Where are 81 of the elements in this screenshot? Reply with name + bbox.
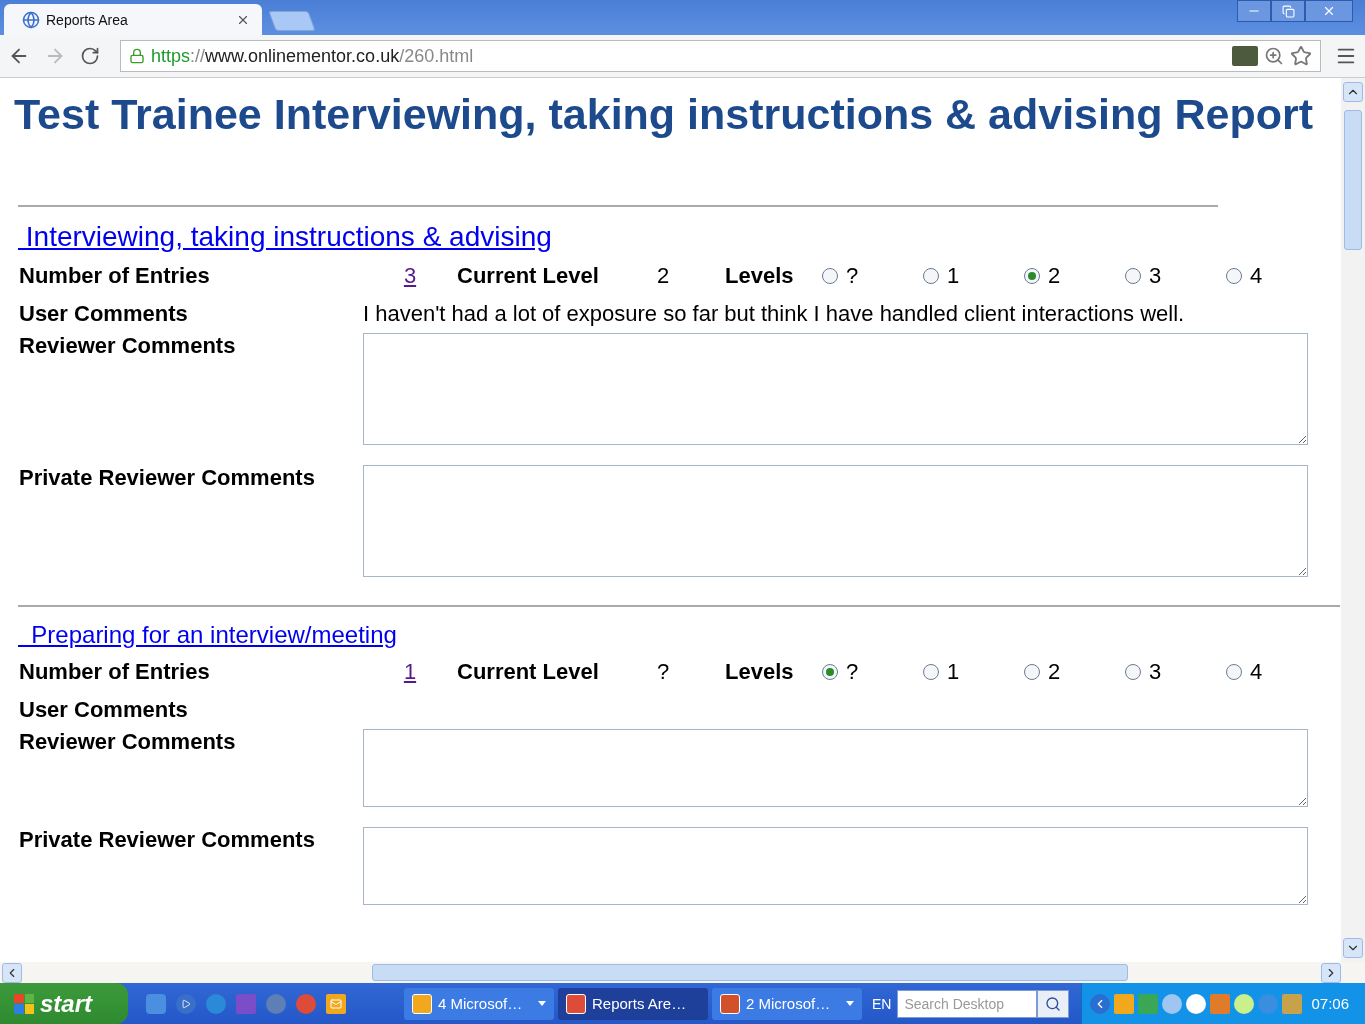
mail-icon[interactable] bbox=[326, 993, 346, 1014]
field-label: Private Reviewer Comments bbox=[19, 465, 316, 491]
star-icon[interactable] bbox=[1290, 45, 1312, 67]
minimize-button[interactable] bbox=[1237, 0, 1271, 22]
app-icon bbox=[720, 993, 740, 1014]
close-icon bbox=[1322, 4, 1336, 18]
comment-field[interactable] bbox=[363, 729, 1308, 807]
level-option[interactable]: ? bbox=[822, 263, 923, 289]
browser-tab[interactable]: Reports Area bbox=[4, 4, 262, 35]
user-comment: I haven't had a lot of exposure so far but think I have handled client interactions well. bbox=[363, 301, 1185, 327]
comment-field[interactable] bbox=[363, 465, 1308, 577]
entries-link[interactable]: 1 bbox=[363, 659, 457, 685]
reload-button[interactable] bbox=[80, 46, 100, 66]
app-icon bbox=[412, 993, 432, 1014]
field-label: Current Level bbox=[457, 263, 600, 289]
level-option[interactable]: 2 bbox=[1024, 659, 1125, 685]
field-label: Levels bbox=[725, 659, 795, 685]
lock-icon bbox=[129, 48, 145, 64]
level-option[interactable]: 4 bbox=[1226, 263, 1327, 289]
scroll-up-button[interactable] bbox=[1343, 82, 1363, 102]
url-text: https://www.onlinementor.co.uk/260.html bbox=[151, 45, 475, 67]
section-link[interactable]: Preparing for an interview/meeting bbox=[18, 621, 397, 649]
field-label: User Comments bbox=[19, 697, 189, 723]
radio-button[interactable] bbox=[923, 268, 939, 284]
vertical-scrollbar[interactable] bbox=[1341, 78, 1365, 962]
field-label: Number of Entries bbox=[19, 659, 211, 685]
search-button[interactable] bbox=[1037, 989, 1070, 1018]
restore-icon bbox=[1281, 4, 1295, 18]
scroll-thumb[interactable] bbox=[1344, 110, 1362, 250]
close-button[interactable] bbox=[1305, 0, 1353, 22]
level-option[interactable]: 3 bbox=[1125, 263, 1226, 289]
taskbar-button[interactable]: 4 Microsof… bbox=[404, 987, 554, 1020]
new-tab-button[interactable] bbox=[268, 11, 316, 31]
field-label: Private Reviewer Comments bbox=[19, 827, 316, 853]
windows-flag-icon bbox=[14, 993, 34, 1014]
field-label: Reviewer Comments bbox=[19, 333, 237, 359]
app-icon bbox=[566, 993, 586, 1014]
level-option[interactable]: 3 bbox=[1125, 659, 1226, 685]
zoom-icon[interactable] bbox=[1264, 46, 1284, 66]
radio-button[interactable] bbox=[923, 664, 939, 680]
scroll-down-button[interactable] bbox=[1343, 938, 1363, 958]
field-label: Reviewer Comments bbox=[19, 729, 237, 755]
radio-button[interactable] bbox=[822, 664, 838, 680]
scroll-left-button[interactable] bbox=[2, 962, 22, 983]
start-button[interactable]: start bbox=[0, 983, 128, 1024]
level-option[interactable]: 1 bbox=[923, 263, 1024, 289]
horizontal-scrollbar[interactable] bbox=[0, 962, 1365, 983]
comment-field[interactable] bbox=[363, 333, 1308, 445]
comment-field[interactable] bbox=[363, 827, 1308, 905]
level-option[interactable]: 2 bbox=[1024, 263, 1125, 289]
clock: 07:06 bbox=[1311, 995, 1349, 1012]
level-option[interactable]: ? bbox=[822, 659, 923, 685]
page-title: Test Trainee Interviewing, taking instructions & advising Report bbox=[14, 90, 1314, 139]
field-label: Number of Entries bbox=[19, 263, 211, 289]
taskbar-button[interactable]: Reports Are… bbox=[558, 987, 708, 1020]
scroll-right-button[interactable] bbox=[1321, 962, 1341, 983]
radio-button[interactable] bbox=[1125, 664, 1141, 680]
radio-button[interactable] bbox=[1226, 664, 1242, 680]
search-field[interactable]: Search Desktop bbox=[897, 989, 1038, 1018]
language-indicator[interactable]: EN bbox=[872, 995, 892, 1012]
radio-button[interactable] bbox=[1024, 664, 1040, 680]
radio-button[interactable] bbox=[822, 268, 838, 284]
field-label: Current Level bbox=[457, 659, 600, 685]
field-label: User Comments bbox=[19, 301, 189, 327]
level-value: ? bbox=[657, 659, 671, 685]
section-link[interactable]: Interviewing, taking instructions & advising bbox=[18, 221, 552, 253]
field-label: Levels bbox=[725, 263, 795, 289]
tab-title: Reports Area bbox=[46, 11, 129, 28]
scroll-thumb[interactable] bbox=[372, 964, 1128, 981]
search-icon bbox=[1045, 995, 1062, 1012]
level-option[interactable]: 4 bbox=[1226, 659, 1327, 685]
radio-button[interactable] bbox=[1125, 268, 1141, 284]
entries-link[interactable]: 3 bbox=[363, 263, 457, 289]
restore-button[interactable] bbox=[1271, 0, 1305, 22]
level-value: 2 bbox=[657, 263, 671, 289]
media-player-icon[interactable] bbox=[176, 993, 196, 1014]
level-option[interactable]: 1 bbox=[923, 659, 1024, 685]
radio-button[interactable] bbox=[1226, 268, 1242, 284]
address-bar[interactable]: https://www.onlinementor.co.uk/260.html bbox=[120, 40, 1321, 72]
radio-button[interactable] bbox=[1024, 268, 1040, 284]
taskbar-button[interactable]: 2 Microsof… bbox=[712, 987, 862, 1020]
